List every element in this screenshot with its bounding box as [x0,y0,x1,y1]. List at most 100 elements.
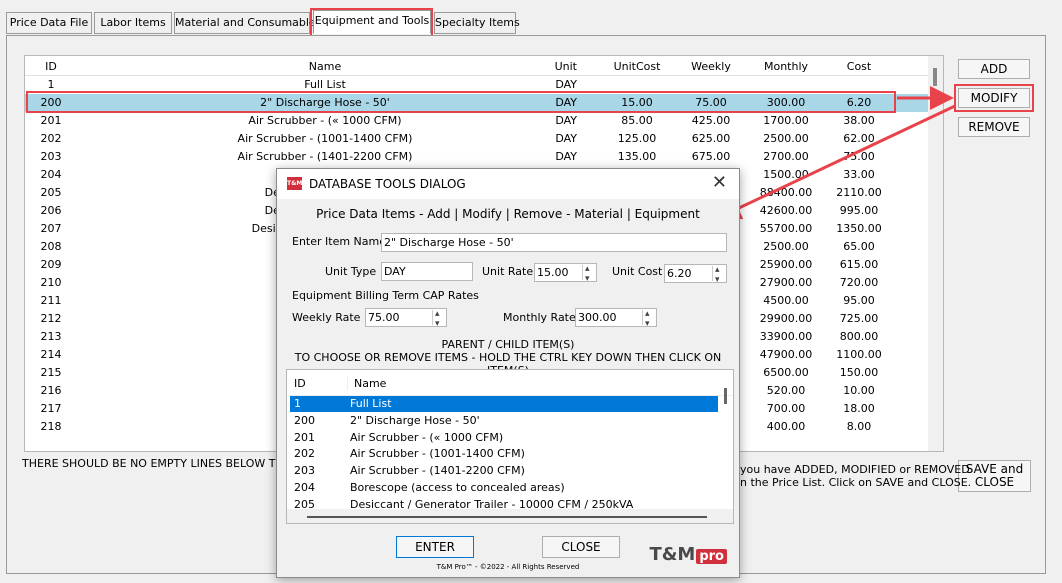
tab-specialty-items[interactable]: Specialty Items [434,12,520,34]
cell-monthly: 6500.00 [763,366,809,379]
database-tools-dialog: T&M DATABASE TOOLS DIALOG ✕ Price Data I… [276,168,740,578]
unit-cost-stepper[interactable]: 6.20 [664,264,727,283]
item-name-label: Enter Item Name [292,235,387,248]
dialog-titlebar: T&M DATABASE TOOLS DIALOG ✕ [277,169,739,199]
cell-name: Air Scrubber - (« 1000 CFM) [248,114,402,127]
cell-cost: 1350.00 [836,222,882,235]
cell-id: 201 [40,114,62,127]
cell-id: 214 [40,348,62,361]
spin-arrows-icon[interactable] [432,309,445,326]
cell-cost: 2110.00 [836,186,882,199]
monthly-rate-stepper[interactable]: 300.00 [575,308,657,327]
parent-child-list[interactable]: ID Name 1 Full List 200 2" Discharge Hose -… [286,369,734,524]
cell-id: 210 [40,276,62,289]
item-id: 203 [294,464,315,478]
save-reminder-line1: you have ADDED, MODIFIED or REMOVED [740,463,970,476]
table-row[interactable]: 203 Air Scrubber - (1401-2200 CFM) DAY 135.… [25,148,930,166]
brand-text: T&M [649,544,696,565]
spin-arrows-icon[interactable] [712,265,725,282]
cell-cost: 8.00 [846,420,872,433]
cell-weekly: 675.00 [691,150,731,163]
scrollbar-thumb[interactable] [724,388,727,404]
table-row[interactable]: 202 Air Scrubber - (1001-1400 CFM) DAY 125.… [25,130,930,148]
weekly-rate-stepper[interactable]: 75.00 [365,308,447,327]
item-id: 200 [294,413,315,427]
list-header: ID Name Unit UnitCost Weekly Monthly Cos… [25,58,930,76]
cell-id: 215 [40,366,62,379]
monthly-rate-value: 300.00 [578,311,617,324]
cell-monthly: 2500.00 [763,240,809,253]
cell-id: 218 [40,420,62,433]
unit-rate-stepper[interactable]: 15.00 [534,263,597,282]
cell-id: 209 [40,258,62,271]
scrollbar-thumb[interactable] [933,68,937,86]
cell-unit-cost: 125.00 [617,132,657,145]
cell-weekly: 425.00 [691,114,731,127]
list-item[interactable]: 1 Full List [290,396,718,412]
col-weekly-header[interactable]: Weekly [675,58,747,76]
col-cost-header[interactable]: Cost [823,58,895,76]
unit-cost-value: 6.20 [667,267,692,280]
col-id-header[interactable]: ID [25,58,77,76]
close-icon[interactable]: ✕ [712,173,727,193]
col-monthly-header[interactable]: Monthly [750,58,822,76]
list-scrollbar[interactable] [928,56,943,451]
list-item[interactable]: 200 2" Discharge Hose - 50' [290,413,718,429]
cell-cost: 18.00 [843,402,875,415]
dialog-title: DATABASE TOOLS DIALOG [309,177,466,191]
cell-cost: 615.00 [839,258,879,271]
spin-arrows-icon[interactable] [642,309,655,326]
dialog-list-vscrollbar[interactable] [718,370,733,510]
cell-id: 208 [40,240,62,253]
cell-cost: 38.00 [843,114,875,127]
col-unit-header[interactable]: Unit [545,58,577,76]
dialog-list-hscrollbar[interactable] [287,509,733,523]
cell-id: 216 [40,384,62,397]
cap-rates-label: Equipment Billing Term CAP Rates [292,289,479,302]
cell-monthly: 4500.00 [763,294,809,307]
close-button[interactable]: CLOSE [542,536,620,558]
brand-pro-badge: pro [696,549,727,564]
enter-button[interactable]: ENTER [396,536,474,558]
spin-arrows-icon[interactable] [582,264,595,281]
table-row[interactable]: 201 Air Scrubber - (« 1000 CFM) DAY 85.00 42… [25,112,930,130]
cell-monthly: 25900.00 [759,258,813,271]
cell-unit-cost: 135.00 [617,150,657,163]
cell-cost: 10.00 [843,384,875,397]
list-item[interactable]: 204 Borescope (access to concealed areas) [290,480,718,496]
item-id: 202 [294,447,315,461]
dialog-col-id-header[interactable]: ID [294,377,306,390]
cell-monthly: 29900.00 [759,312,813,325]
weekly-rate-value: 75.00 [368,311,400,324]
item-id: 201 [294,430,315,444]
list-item[interactable]: 201 Air Scrubber - (« 1000 CFM) [290,430,718,446]
col-name-header[interactable]: Name [77,58,573,76]
list-item[interactable]: 203 Air Scrubber - (1401-2200 CFM) [290,463,718,479]
tab-label: Labor Items [100,16,166,29]
modify-highlight-box [954,84,1034,112]
cell-monthly: 1700.00 [763,114,809,127]
add-button[interactable]: ADD [958,59,1030,79]
cell-id: 207 [40,222,62,235]
tab-material-and-consumable[interactable]: Material and Consumable [174,12,316,34]
selected-row-highlight-box [26,91,896,113]
cell-cost: 95.00 [843,294,875,307]
dialog-col-name-header[interactable]: Name [347,377,386,390]
tab-labor-items[interactable]: Labor Items [94,12,172,34]
tab-price-data-file[interactable]: Price Data File [6,12,92,34]
scrollbar-thumb[interactable] [307,516,707,518]
col-unitcost-header[interactable]: UnitCost [605,58,669,76]
item-name-input[interactable]: 2" Discharge Hose - 50' [381,233,727,252]
item-id: 1 [294,397,301,410]
unit-type-input[interactable]: DAY [381,262,473,281]
cell-monthly: 47900.00 [759,348,813,361]
cell-cost: 62.00 [843,132,875,145]
remove-button[interactable]: REMOVE [958,117,1030,137]
cell-unit: DAY [555,150,577,163]
dialog-subtitle: Price Data Items - Add | Modify | Remove… [316,207,700,221]
cell-id: 202 [40,132,62,145]
cell-monthly: 520.00 [766,384,806,397]
item-name: Air Scrubber - (1401-2200 CFM) [350,464,525,478]
list-item[interactable]: 202 Air Scrubber - (1001-1400 CFM) [290,446,718,462]
cell-name: Air Scrubber - (1001-1400 CFM) [237,132,413,145]
